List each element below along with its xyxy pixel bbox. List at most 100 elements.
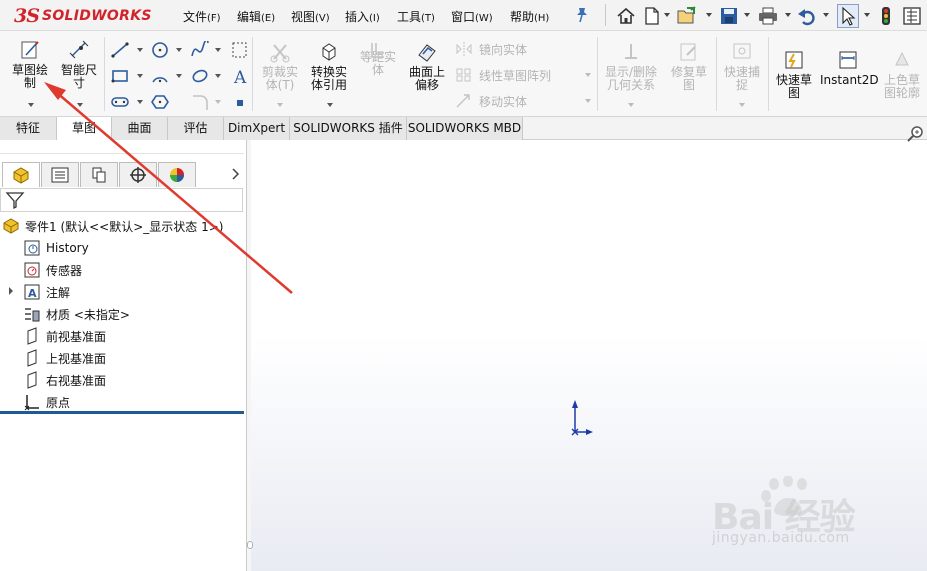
zoom-to-fit-icon[interactable] [906,125,924,143]
new-dropdown-arrow[interactable] [664,13,670,17]
tab-solidworks-addins[interactable]: SOLIDWORKS 插件 [290,117,407,140]
instant2d-button[interactable]: Instant2D [820,49,879,87]
tab-feature-manager[interactable] [2,162,40,187]
linear-pattern-label: 线性草图阵列 [479,68,552,83]
arc-dropdown-arrow[interactable] [176,74,182,78]
move-entities-button[interactable]: 移动实体 [455,91,527,111]
tree-item-history[interactable]: History [23,237,89,259]
slot-icon[interactable] [110,93,130,111]
sketch-button[interactable]: 草图绘 制 [8,39,52,90]
print-icon[interactable] [757,5,779,27]
text-icon[interactable]: A [230,67,250,85]
tree-item-annotations[interactable]: A 注解 [23,281,70,303]
shaded-contours-button[interactable]: 上色草 图轮廓 [878,49,926,100]
tree-part-node[interactable]: 零件1 (默认<<默认>_显示状态 1>) [2,215,223,237]
offset-on-surface-button[interactable]: 曲面上 偏移 [402,41,452,92]
tree-item-top-plane[interactable]: 上视基准面 [23,347,106,369]
expand-annotations-arrow[interactable] [9,287,13,295]
menu-view[interactable]: 视图(V) [291,8,330,25]
repair-sketch-button[interactable]: 修复草 图 [665,41,713,92]
title-menu-bar: 3S SOLIDWORKS 文件(F) 编辑(E) 视图(V) 插入(I) 工具… [0,0,927,31]
save-dropdown-arrow[interactable] [744,13,750,17]
menu-tools[interactable]: 工具(T) [397,8,435,25]
print-dropdown-arrow[interactable] [785,13,791,17]
polygon-icon[interactable] [150,93,170,111]
menu-window[interactable]: 窗口(W) [451,8,493,25]
line-icon[interactable] [110,41,130,59]
tab-surfaces[interactable]: 曲面 [112,117,168,140]
tab-configuration-manager[interactable] [80,162,118,187]
relations-icon [625,44,637,59]
fillet-dropdown-arrow[interactable] [215,100,221,104]
rollback-bar[interactable] [0,411,244,414]
open-dropdown-arrow[interactable] [706,13,712,17]
undo-dropdown-arrow[interactable] [823,13,829,17]
rectangle-icon[interactable] [110,67,130,85]
convert-entities-button[interactable]: 转换实 体引用 [305,41,353,92]
mirror-entities-button[interactable]: 镜向实体 [455,39,527,59]
tree-item-sensors[interactable]: 传感器 [23,259,82,281]
trim-dropdown-arrow[interactable] [277,103,283,107]
point-icon[interactable] [232,95,252,113]
tab-solidworks-mbd[interactable]: SOLIDWORKS MBD [407,117,523,140]
filter-icon[interactable] [5,190,25,210]
ellipse-dropdown-arrow[interactable] [215,74,221,78]
menu-help[interactable]: 帮助(H) [510,8,549,25]
line-dropdown-arrow[interactable] [137,48,143,52]
tab-property-manager[interactable] [41,162,79,187]
menu-insert[interactable]: 插入(I) [345,8,380,25]
smart-dimension-dropdown-arrow[interactable] [77,103,83,107]
splitter-handle[interactable] [247,541,253,549]
tab-display-manager[interactable] [158,162,196,187]
solidworks-logo[interactable]: 3S SOLIDWORKS [14,4,152,28]
convert-dropdown-arrow[interactable] [327,103,333,107]
tree-item-origin[interactable]: 原点 [23,391,70,413]
chevron-right-icon[interactable] [229,166,241,182]
quick-snaps-button[interactable]: 快速捕 捉 [718,41,766,92]
slot-dropdown-arrow[interactable] [137,100,143,104]
rapid-sketch-button[interactable]: 快速草 图 [770,49,818,100]
relations-dropdown-arrow[interactable] [628,103,634,107]
tab-dimxpert-manager[interactable] [119,162,157,187]
tree-item-front-plane[interactable]: 前视基准面 [23,325,106,347]
tab-features[interactable]: 特征 [0,117,57,140]
panel-splitter[interactable] [247,140,251,571]
tree-item-right-plane[interactable]: 右视基准面 [23,369,106,391]
linear-pattern-dropdown-arrow[interactable] [585,73,591,77]
fillet-icon[interactable] [190,93,210,111]
menu-file[interactable]: 文件(F) [183,8,221,25]
ellipse-icon[interactable] [190,67,210,85]
offset-entities-button[interactable]: 等距实 体 [354,43,402,77]
circle-dropdown-arrow[interactable] [176,48,182,52]
undo-icon[interactable] [796,5,818,27]
pin-icon[interactable] [575,7,589,23]
home-icon[interactable] [615,5,637,27]
tab-evaluate[interactable]: 评估 [168,117,224,140]
select-icon[interactable] [837,4,859,28]
select-dropdown-arrow[interactable] [864,13,870,17]
options-icon[interactable] [901,5,923,27]
tab-dimxpert[interactable]: DimXpert [224,117,290,140]
display-relations-button[interactable]: 显示/删除 几何关系 [600,41,662,92]
tree-filter-bar[interactable] [0,188,243,212]
open-icon[interactable] [676,5,698,27]
spline-dropdown-arrow[interactable] [215,48,221,52]
traffic-light-icon[interactable] [875,5,897,27]
tree-item-material[interactable]: 材质 <未指定> [23,303,130,325]
menu-edit[interactable]: 编辑(E) [237,8,275,25]
new-document-icon[interactable] [641,5,663,27]
trim-entities-button[interactable]: 剪裁实 体(T) [256,41,304,92]
rectangle-dropdown-arrow[interactable] [137,74,143,78]
smart-dimension-button[interactable]: 智能尺 寸 [56,39,102,90]
construction-geometry-icon[interactable] [230,41,250,59]
quick-snaps-dropdown-arrow[interactable] [739,103,745,107]
arc-icon[interactable] [150,67,170,85]
sketch-dropdown-arrow[interactable] [28,103,34,107]
move-dropdown-arrow[interactable] [585,99,591,103]
circle-icon[interactable] [150,41,170,59]
origin-axes-icon [571,400,593,436]
tab-sketch[interactable]: 草图 [57,117,112,140]
spline-icon[interactable] [190,41,210,59]
linear-pattern-button[interactable]: 线性草图阵列 [455,65,551,85]
save-icon[interactable] [718,5,740,27]
